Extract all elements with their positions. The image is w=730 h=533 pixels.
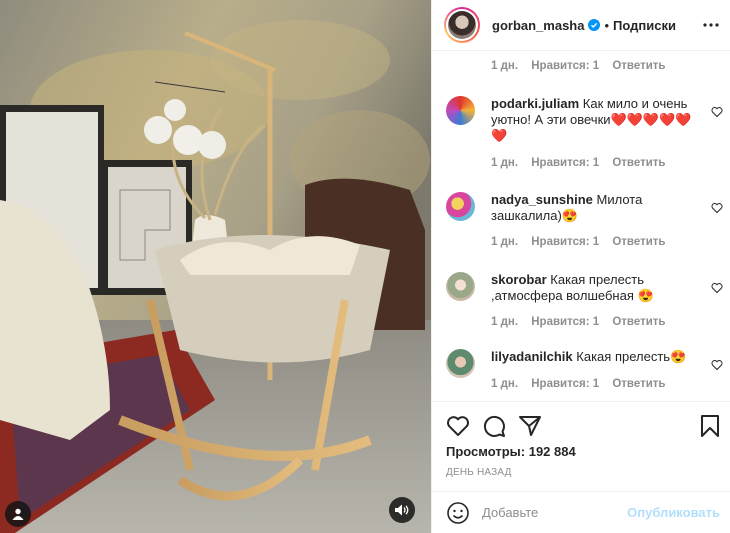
commenter-username[interactable]: nadya_sunshine (491, 192, 593, 207)
comment-meta: 1 дн. Нравится: 1 Ответить (491, 157, 675, 169)
comment-meta: 1 дн. Нравится: 1 Ответить (491, 316, 675, 328)
comment-text: podarki.juliam Как мило и очень уютно! А… (491, 96, 706, 144)
comment-item: skorobar Какая прелесть ,атмосфера волше… (446, 272, 730, 347)
comment-composer: Опубликовать (432, 491, 730, 533)
comment-text: lilyadanilchik Какая прелесть😍 (491, 349, 706, 365)
commenter-avatar[interactable] (446, 349, 475, 378)
reply-button[interactable]: Ответить (612, 60, 665, 72)
comment-emoji: 😍 (561, 208, 579, 223)
tagged-users-button[interactable] (5, 501, 31, 527)
like-comment-heart-icon[interactable] (711, 359, 723, 371)
post-actions: Просмотры: 192 884 ДЕНЬ НАЗАД (432, 401, 730, 491)
commenter-username[interactable]: skorobar (491, 272, 547, 287)
comment-likes[interactable]: Нравится: 1 (531, 316, 599, 328)
following-button[interactable]: Подписки (613, 18, 676, 33)
comment-emoji: 😍 (637, 288, 654, 303)
more-options-icon[interactable] (701, 15, 721, 35)
comment-item: nadya_sunshine Милота зашкалила)😍 1 дн. … (446, 192, 730, 267)
mute-toggle-button[interactable] (389, 497, 415, 523)
user-icon (12, 508, 24, 520)
comment-likes[interactable]: Нравится: 1 (531, 378, 599, 390)
instagram-post: gorban_masha • Подписки 1 дн. Нравится: … (0, 0, 730, 533)
verified-badge-icon (588, 19, 601, 31)
comment-meta: 1 дн. Нравится: 1 Ответить (491, 60, 675, 72)
comment-likes[interactable]: Нравится: 1 (531, 157, 599, 169)
commenter-avatar[interactable] (446, 96, 475, 125)
comment-text: nadya_sunshine Милота зашкалила)😍 (491, 192, 706, 224)
like-heart-icon[interactable] (446, 414, 470, 438)
commenter-avatar[interactable] (446, 272, 475, 301)
reply-button[interactable]: Ответить (612, 157, 665, 169)
comment-time: 1 дн. (491, 316, 519, 328)
comment-icon[interactable] (482, 414, 506, 438)
add-comment-input[interactable] (482, 505, 622, 520)
like-comment-heart-icon[interactable] (711, 282, 723, 294)
post-timestamp[interactable]: ДЕНЬ НАЗАД (446, 467, 512, 478)
post-sidebar: gorban_masha • Подписки 1 дн. Нравится: … (431, 0, 730, 533)
reply-button[interactable]: Ответить (612, 236, 665, 248)
views-value: 192 884 (528, 444, 576, 459)
comment-item: lilyadanilchik Какая прелесть😍 1 дн. Нра… (446, 349, 730, 401)
video-frame-image (0, 0, 431, 533)
comment-text: skorobar Какая прелесть ,атмосфера волше… (491, 272, 706, 304)
comments-list[interactable]: 1 дн. Нравится: 1 Ответить podarki.julia… (432, 51, 730, 401)
comment-content: Какая прелесть (576, 349, 671, 364)
comment-emoji: 😍 (670, 349, 687, 364)
comment-time: 1 дн. (491, 378, 519, 390)
comment-item: podarki.juliam Как мило и очень уютно! А… (446, 96, 730, 186)
commenter-username[interactable]: podarki.juliam (491, 96, 579, 111)
like-comment-heart-icon[interactable] (711, 202, 723, 214)
publish-button[interactable]: Опубликовать (627, 505, 720, 520)
comment-likes[interactable]: Нравится: 1 (531, 236, 599, 248)
bookmark-icon[interactable] (698, 414, 722, 438)
views-label: Просмотры: (446, 444, 526, 459)
commenter-avatar[interactable] (446, 192, 475, 221)
reply-button[interactable]: Ответить (612, 378, 665, 390)
comment-time: 1 дн. (491, 60, 519, 72)
header-separator: • (604, 17, 610, 33)
comment-meta: 1 дн. Нравится: 1 Ответить (491, 236, 675, 248)
reply-button[interactable]: Ответить (612, 316, 665, 328)
post-video[interactable] (0, 0, 431, 533)
like-comment-heart-icon[interactable] (711, 106, 723, 118)
comment-time: 1 дн. (491, 236, 519, 248)
owner-username[interactable]: gorban_masha (492, 18, 584, 33)
speaker-icon (395, 504, 409, 516)
commenter-username[interactable]: lilyadanilchik (491, 349, 573, 364)
post-header: gorban_masha • Подписки (432, 0, 730, 51)
comment-meta: 1 дн. Нравится: 1 Ответить (491, 378, 675, 390)
comment-likes[interactable]: Нравится: 1 (531, 60, 599, 72)
comment-time: 1 дн. (491, 157, 519, 169)
emoji-picker-icon[interactable] (446, 501, 470, 525)
view-count[interactable]: Просмотры: 192 884 (446, 444, 576, 459)
share-icon[interactable] (518, 414, 542, 438)
owner-avatar[interactable] (444, 7, 480, 43)
